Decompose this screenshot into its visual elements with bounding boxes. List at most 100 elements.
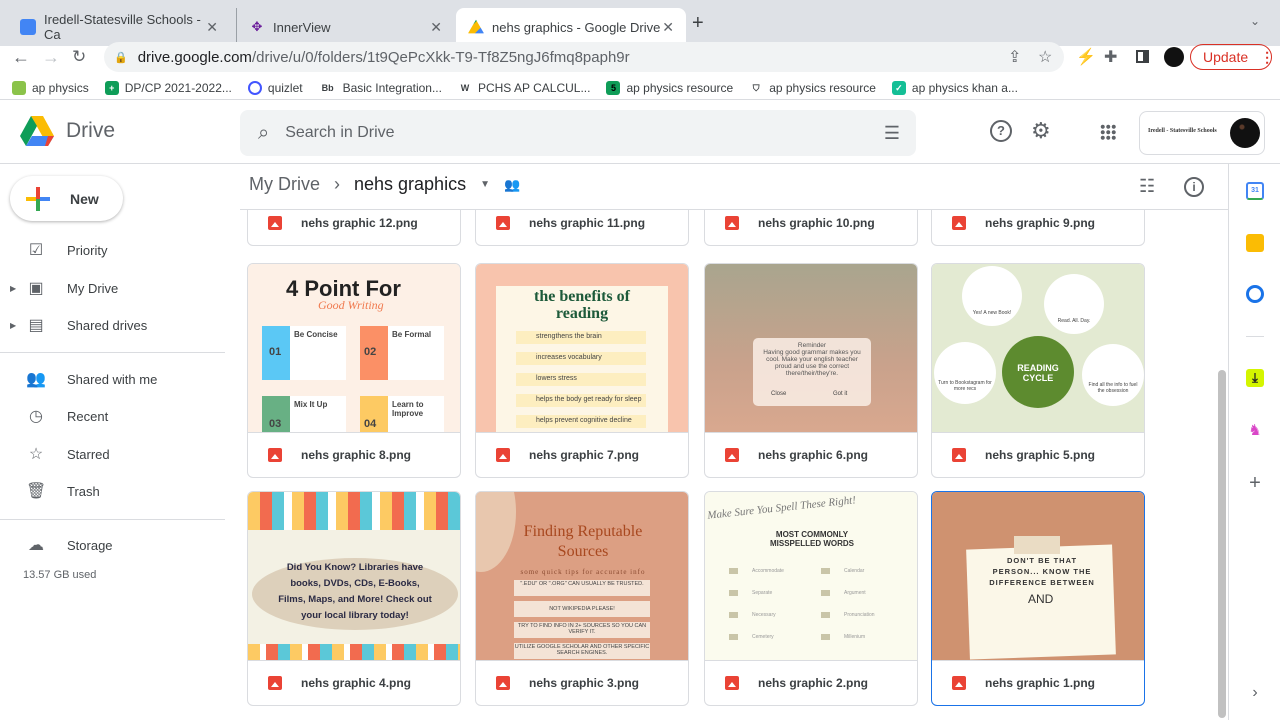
file-card[interactable]: Did You Know? Libraries have books, DVDs… bbox=[247, 491, 461, 706]
settings-gear-icon[interactable]: ⚙ bbox=[1031, 118, 1051, 144]
close-tab-icon[interactable]: ✕ bbox=[662, 19, 674, 36]
thumbnail-text: Millenium bbox=[821, 634, 865, 640]
share-icon[interactable]: ⇪ bbox=[1008, 47, 1021, 67]
side-panel-icon[interactable] bbox=[1136, 50, 1149, 63]
thumbnail-text: nehs graphic 12.png bbox=[301, 216, 418, 230]
bookmark-item[interactable]: Bb Basic Integration... bbox=[319, 81, 442, 95]
calendar-favicon-icon bbox=[20, 19, 36, 35]
divider bbox=[0, 519, 225, 520]
apps-grid-icon[interactable] bbox=[1100, 124, 1116, 140]
file-card[interactable]: nehs graphic 11.png bbox=[475, 210, 689, 246]
shared-with-me-icon: 👥 bbox=[26, 371, 46, 388]
thumbnail-text: Trash bbox=[67, 483, 100, 499]
new-tab-button[interactable]: + bbox=[692, 12, 704, 35]
reload-button[interactable]: ↻ bbox=[72, 47, 86, 67]
search-options-icon[interactable]: ☰ bbox=[884, 123, 900, 144]
file-card[interactable]: Finding Reputable Sources some quick tip… bbox=[475, 491, 689, 706]
thumbnail-text: nehs graphic 4.png bbox=[301, 676, 412, 690]
address-bar[interactable]: 🔒 drive.google.com/drive/u/0/folders/1t9… bbox=[104, 42, 1064, 72]
thumbnail-text: nehs graphic 8.png bbox=[301, 448, 412, 462]
extension-icon[interactable]: ⚡ bbox=[1076, 47, 1096, 67]
bookmark-item[interactable]: + DP/CP 2021-2022... bbox=[104, 80, 232, 95]
bookmark-item[interactable]: ✓ ap physics khan a... bbox=[891, 80, 1018, 95]
scrollbar-thumb[interactable] bbox=[1218, 370, 1226, 718]
clock-icon: ◷ bbox=[29, 408, 43, 425]
tab-innerview[interactable]: ✥ InnerView ✕ bbox=[236, 8, 454, 46]
back-button[interactable]: ← bbox=[12, 47, 30, 68]
thumbnail-text: Drive bbox=[66, 119, 116, 142]
sidebar-item-shared-with-me[interactable]: 👥 Shared with me bbox=[0, 362, 225, 396]
bookmark-item[interactable]: ⛉ ap physics resource bbox=[749, 81, 876, 95]
file-thumbnail: the benefits of reading strengthens the … bbox=[476, 264, 688, 433]
sidebar-item-storage[interactable]: ☁ Storage bbox=[0, 528, 225, 562]
thumbnail-text: Accommodate bbox=[729, 568, 784, 574]
breadcrumb-current-folder[interactable]: nehs graphics bbox=[354, 174, 466, 195]
tab-search-chevron-icon[interactable]: ⌄ bbox=[1250, 14, 1260, 28]
sidebar-item-trash[interactable]: 🗑 Trash bbox=[0, 474, 225, 508]
thumbnail-text: Turn to Bookstagram for more recs bbox=[934, 342, 996, 404]
thumbnail-text: Read. All. Day. bbox=[1044, 274, 1104, 334]
file-card[interactable]: nehs graphic 9.png bbox=[931, 210, 1145, 246]
thumbnail-text: ap physics bbox=[32, 80, 89, 95]
sidebar-item-priority[interactable]: ☑ Priority bbox=[0, 233, 225, 267]
new-button[interactable]: New bbox=[10, 176, 123, 221]
info-icon[interactable]: i bbox=[1184, 177, 1204, 197]
sidebar-item-recent[interactable]: ◷ Recent bbox=[0, 399, 225, 433]
sidebar-item-starred[interactable]: ☆ Starred bbox=[0, 437, 225, 471]
download-addon-icon[interactable]: ⤓ bbox=[1246, 369, 1264, 387]
file-thumbnail: Finding Reputable Sources some quick tip… bbox=[476, 492, 688, 661]
close-tab-icon[interactable]: ✕ bbox=[206, 19, 218, 36]
thumbnail-text: Cemetery bbox=[729, 634, 774, 640]
file-card[interactable]: the benefits of reading strengthens the … bbox=[475, 263, 689, 478]
expand-caret-icon[interactable]: ▶ bbox=[10, 321, 16, 330]
file-card[interactable]: nehs graphic 12.png bbox=[247, 210, 461, 246]
sidebar-item-my-drive[interactable]: ▶ ▣ My Drive bbox=[0, 271, 225, 305]
thumbnail-text: Necessary bbox=[729, 612, 776, 618]
menu-dots-icon: ⋮ bbox=[1260, 48, 1275, 65]
profile-avatar[interactable] bbox=[1164, 47, 1184, 67]
bookmark-item[interactable]: 5 ap physics resource bbox=[606, 80, 733, 95]
thumbnail-text: NOT WIKIPEDIA PLEASE! bbox=[514, 601, 650, 617]
account-avatar[interactable] bbox=[1230, 118, 1260, 148]
image-file-icon bbox=[268, 448, 282, 462]
extensions-puzzle-icon[interactable]: ✚ bbox=[1104, 47, 1117, 67]
calendar-icon[interactable]: 31 bbox=[1246, 182, 1264, 200]
help-icon[interactable]: ? bbox=[990, 120, 1012, 142]
unicorn-addon-icon[interactable]: ♞ bbox=[1246, 422, 1264, 440]
list-view-icon[interactable]: ☷ bbox=[1139, 176, 1155, 197]
file-card[interactable]: Yes! A new Book! Read. All. Day. Turn to… bbox=[931, 263, 1145, 478]
file-card[interactable]: Make Sure You Spell These Right! MOST CO… bbox=[704, 491, 918, 706]
file-card-selected[interactable]: DON'T BE THAT PERSON... KNOW THE DIFFERE… bbox=[931, 491, 1145, 706]
tab-drive[interactable]: nehs graphics - Google Drive ✕ bbox=[456, 8, 686, 46]
thumbnail-text: helps prevent cognitive decline bbox=[516, 415, 646, 428]
forward-button[interactable]: → bbox=[42, 47, 60, 68]
tasks-icon[interactable] bbox=[1246, 285, 1264, 303]
thumbnail-text: Reminder bbox=[797, 342, 827, 349]
expand-caret-icon[interactable]: ▶ bbox=[10, 284, 16, 293]
account-switcher[interactable]: Iredell - Statesville Schools bbox=[1139, 111, 1265, 155]
sidebar-item-shared-drives[interactable]: ▶ ▤ Shared drives bbox=[0, 308, 225, 342]
file-card[interactable]: 4 Point For Good Writing Be Concise Be F… bbox=[247, 263, 461, 478]
close-tab-icon[interactable]: ✕ bbox=[430, 19, 442, 36]
search-input[interactable]: ⌕ Search in Drive ☰ bbox=[240, 110, 916, 156]
update-button[interactable]: Update ⋮ bbox=[1190, 44, 1275, 70]
thumbnail-text: InnerView bbox=[273, 19, 331, 35]
bookmark-item[interactable]: ap physics bbox=[12, 80, 89, 95]
file-thumbnail: Reminder Having good grammar makes you co… bbox=[705, 264, 917, 433]
breadcrumb: My Drive › nehs graphics ▼ 👥 bbox=[249, 174, 520, 195]
folder-dropdown-icon[interactable]: ▼ bbox=[480, 179, 490, 190]
bookmark-item[interactable]: W PCHS AP CALCUL... bbox=[458, 81, 591, 95]
get-addons-plus-icon[interactable]: + bbox=[1246, 473, 1264, 493]
expand-panel-chevron-icon[interactable]: › bbox=[1246, 684, 1264, 702]
bookmark-item[interactable]: quizlet bbox=[247, 80, 303, 95]
thumbnail-text: Good Writing bbox=[318, 298, 384, 312]
thumbnail-text: Got it bbox=[833, 391, 848, 397]
drive-logo[interactable]: Drive bbox=[20, 116, 115, 146]
file-card[interactable]: nehs graphic 10.png bbox=[704, 210, 918, 246]
breadcrumb-my-drive[interactable]: My Drive bbox=[249, 174, 320, 195]
bookmark-star-icon[interactable]: ☆ bbox=[1038, 47, 1052, 67]
file-card[interactable]: Reminder Having good grammar makes you co… bbox=[704, 263, 918, 478]
keep-icon[interactable] bbox=[1246, 234, 1264, 252]
my-drive-icon: ▣ bbox=[28, 280, 44, 297]
tab-iredell[interactable]: Iredell-Statesville Schools - Ca ✕ bbox=[8, 8, 230, 46]
